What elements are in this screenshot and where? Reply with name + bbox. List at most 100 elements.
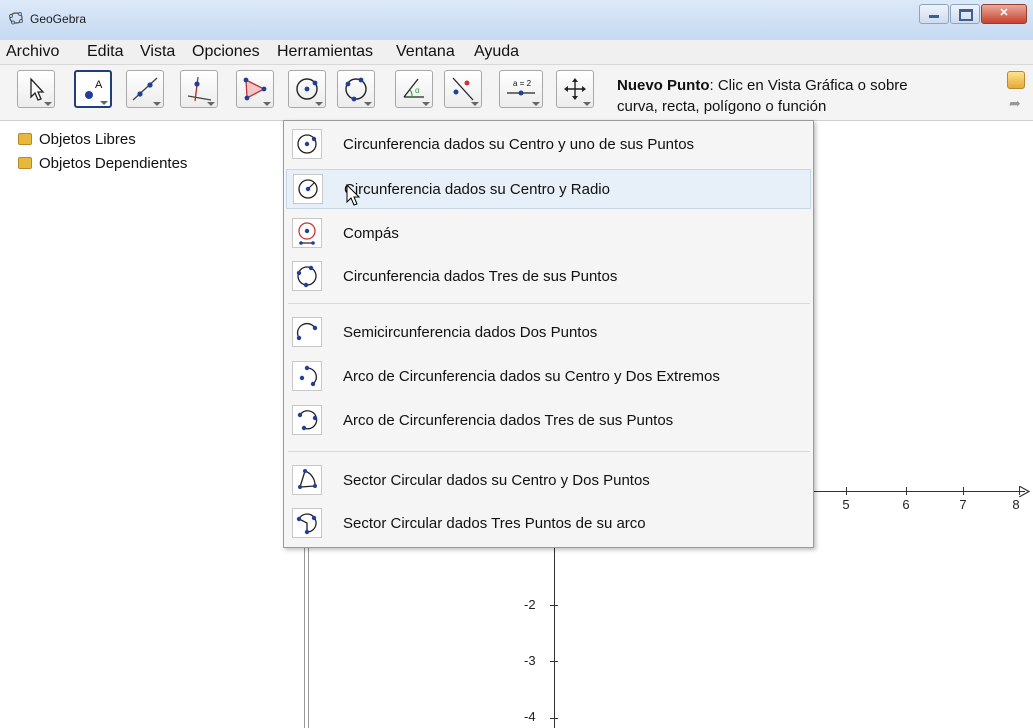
folder-objetos-libres[interactable]: Objetos Libres xyxy=(18,131,136,148)
close-button[interactable]: ✕ xyxy=(981,4,1027,24)
semicircle-icon xyxy=(292,317,322,347)
menu-item-circle-center-radius[interactable]: Circunferencia dados su Centro y Radio xyxy=(286,169,811,209)
menu-item-label: Circunferencia dados su Centro y uno de … xyxy=(343,136,695,153)
svg-text:A: A xyxy=(95,79,103,91)
folder-icon xyxy=(18,157,32,169)
y-tick-label: -4 xyxy=(524,709,536,724)
point-tool-button[interactable]: A xyxy=(74,70,112,108)
undo-icon[interactable] xyxy=(1007,71,1025,89)
y-tick xyxy=(550,661,558,662)
folder-label: Objetos Libres xyxy=(39,131,136,148)
menu-item-arc-center[interactable]: Arco de Circunferencia dados su Centro y… xyxy=(286,357,811,397)
folder-label: Objetos Dependientes xyxy=(39,155,188,172)
menu-separator xyxy=(288,451,810,452)
menu-item-circle-three-points[interactable]: Circunferencia dados Tres de sus Puntos xyxy=(286,257,811,297)
y-tick-label: -3 xyxy=(524,653,536,668)
reflect-tool-button[interactable] xyxy=(444,70,482,108)
minimize-button[interactable] xyxy=(919,4,949,24)
circle-center-radius-icon xyxy=(293,174,323,204)
line-icon xyxy=(132,77,158,101)
maximize-button[interactable] xyxy=(950,4,980,24)
circular-arc-center-icon xyxy=(292,361,322,391)
move-graphics-view-icon xyxy=(564,78,586,100)
x-tick xyxy=(1019,487,1020,495)
polygon-icon xyxy=(243,77,267,101)
move-arrow-icon xyxy=(30,77,45,101)
tool-help-text: Nuevo Punto: Clic en Vista Gráfica o sob… xyxy=(617,75,908,117)
circle-three-points-icon xyxy=(345,77,367,102)
x-tick-label: 6 xyxy=(902,497,910,512)
circle-tool-button[interactable] xyxy=(288,70,326,108)
toolbar: A α a = 2 Nuevo Punto: Clic en Vista Grá… xyxy=(0,65,1033,121)
perpendicular-line-icon xyxy=(187,76,212,102)
menu-ayuda[interactable]: Ayuda xyxy=(474,43,519,61)
compass-icon xyxy=(292,218,322,248)
menu-vista[interactable]: Vista xyxy=(140,43,175,61)
menu-item-sector-three-points[interactable]: Sector Circular dados Tres Puntos de su … xyxy=(286,504,811,544)
angle-icon: α xyxy=(403,78,424,98)
svg-text:a = 2: a = 2 xyxy=(513,79,532,88)
menu-item-label: Semicircunferencia dados Dos Puntos xyxy=(343,324,598,341)
tool-help-title: Nuevo Punto xyxy=(617,77,710,94)
svg-text:α: α xyxy=(415,86,420,95)
y-tick xyxy=(550,605,558,606)
move-tool-button[interactable] xyxy=(17,70,55,108)
menu-ventana[interactable]: Ventana xyxy=(396,43,455,61)
tool-help-description: : Clic en Vista Gráfica o sobre xyxy=(709,77,908,94)
x-axis-arrow-icon xyxy=(1019,486,1031,497)
circle-center-point-icon xyxy=(292,129,322,159)
point-icon: A xyxy=(85,79,103,99)
menu-item-label: Circunferencia dados su Centro y Radio xyxy=(344,181,610,198)
menu-item-label: Arco de Circunferencia dados su Centro y… xyxy=(343,368,720,385)
x-tick xyxy=(963,487,964,495)
folder-objetos-dependientes[interactable]: Objetos Dependientes xyxy=(18,155,187,172)
y-tick xyxy=(550,718,558,719)
menu-edita[interactable]: Edita xyxy=(87,43,123,61)
x-tick xyxy=(906,487,907,495)
y-tick-label: -2 xyxy=(524,597,536,612)
close-icon: ✕ xyxy=(999,7,1009,19)
redo-icon[interactable]: ➦ xyxy=(1009,95,1025,111)
x-tick xyxy=(846,487,847,495)
menu-bar: Archivo Edita Vista Opciones Herramienta… xyxy=(0,40,1033,65)
menu-item-semicircle[interactable]: Semicircunferencia dados Dos Puntos xyxy=(286,313,811,353)
menu-herramientas[interactable]: Herramientas xyxy=(277,43,373,61)
menu-archivo[interactable]: Archivo xyxy=(6,43,59,61)
angle-tool-button[interactable]: α xyxy=(395,70,433,108)
menu-item-label: Sector Circular dados Tres Puntos de su … xyxy=(343,515,646,532)
line-tool-button[interactable] xyxy=(126,70,164,108)
menu-item-label: Compás xyxy=(343,225,399,242)
tool-help-description-2: curva, recta, polígono o función xyxy=(617,98,827,115)
y-axis xyxy=(554,520,555,728)
x-tick-label: 5 xyxy=(842,497,850,512)
menu-item-label: Sector Circular dados su Centro y Dos Pu… xyxy=(343,472,650,489)
folder-icon xyxy=(18,133,32,145)
slider-tool-button[interactable]: a = 2 xyxy=(499,70,543,108)
move-view-tool-button[interactable] xyxy=(556,70,594,108)
menu-item-sector-center[interactable]: Sector Circular dados su Centro y Dos Pu… xyxy=(286,461,811,501)
x-tick-label: 7 xyxy=(959,497,967,512)
reflect-icon xyxy=(452,77,474,101)
conic-tool-button[interactable] xyxy=(337,70,375,108)
circle-three-points-icon xyxy=(292,261,322,291)
perpendicular-tool-button[interactable] xyxy=(180,70,218,108)
mouse-cursor-icon xyxy=(346,184,361,206)
circumcircular-arc-icon xyxy=(292,405,322,435)
menu-item-compass[interactable]: Compás xyxy=(286,214,811,254)
circumcircular-sector-icon xyxy=(292,508,322,538)
menu-separator xyxy=(288,303,810,304)
polygon-tool-button[interactable] xyxy=(236,70,274,108)
algebra-view: Objetos Libres Objetos Dependientes xyxy=(0,121,285,728)
circle-tools-dropdown: Circunferencia dados su Centro y uno de … xyxy=(283,120,814,548)
minimize-icon xyxy=(929,15,939,18)
x-tick-label: 8 xyxy=(1012,497,1020,512)
title-bar: GeoGebra ✕ xyxy=(0,0,1033,40)
slider-icon: a = 2 xyxy=(507,79,535,96)
menu-opciones[interactable]: Opciones xyxy=(192,43,260,61)
menu-item-circle-center-point[interactable]: Circunferencia dados su Centro y uno de … xyxy=(286,125,811,165)
menu-item-arc-three-points[interactable]: Arco de Circunferencia dados Tres de sus… xyxy=(286,401,811,441)
menu-item-label: Circunferencia dados Tres de sus Puntos xyxy=(343,268,618,285)
circle-center-point-icon xyxy=(296,78,318,100)
geogebra-icon xyxy=(9,12,23,25)
circular-sector-center-icon xyxy=(292,465,322,495)
